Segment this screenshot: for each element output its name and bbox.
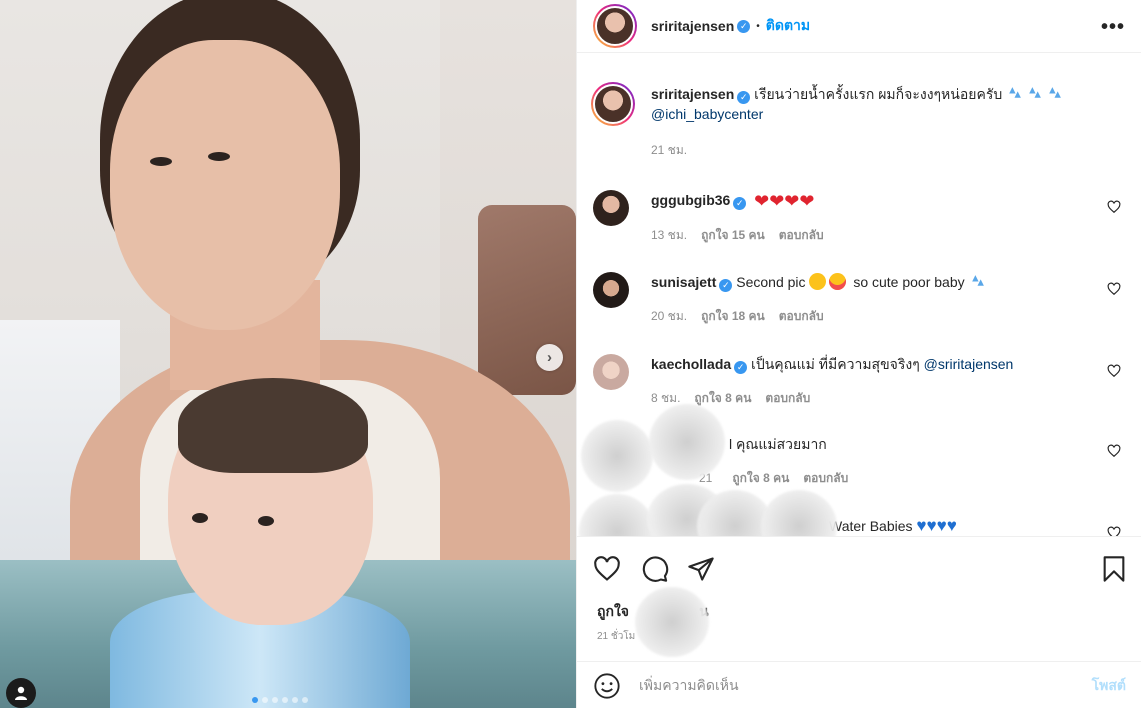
comment-item: sunisajett ✓ Second pic so cute poor baby… xyxy=(593,272,1133,326)
next-photo-button[interactable]: › xyxy=(536,344,563,371)
splash-emoji-icon xyxy=(1029,87,1041,98)
next-icon: › xyxy=(547,349,552,366)
carousel-dot xyxy=(272,697,278,703)
privacy-blur xyxy=(761,490,837,536)
splash-emoji-icon xyxy=(1009,87,1021,98)
privacy-blur xyxy=(649,404,725,480)
blue-heart-emoji-icon: ♥♥♥♥ xyxy=(916,516,957,535)
carousel-dot xyxy=(282,697,288,703)
splash-emoji-icon xyxy=(971,275,984,286)
carousel-dot xyxy=(252,697,258,703)
carousel-dot xyxy=(292,697,298,703)
privacy-blur xyxy=(581,420,653,492)
comment-icon[interactable] xyxy=(641,555,669,583)
comment-username[interactable]: gggubgib36 xyxy=(651,192,730,208)
heart-icon[interactable] xyxy=(1107,444,1121,458)
carousel-dot xyxy=(302,697,308,703)
comment-item: gggubgib36 ✓ ❤❤❤❤ 13 ชม. ถูกใจ 15 คน ตอบกลั… xyxy=(593,190,1133,245)
author-avatar[interactable] xyxy=(593,4,637,48)
carousel-dot xyxy=(262,697,268,703)
heart-icon[interactable] xyxy=(1107,282,1121,296)
emoji-icon[interactable] xyxy=(593,672,621,700)
tagged-users-button[interactable] xyxy=(6,678,36,708)
comment-item: kaechollada ✓ เป็นคุณแม่ ที่มีความสุขจริง… xyxy=(593,354,1133,408)
post-actions: ถูกใจน 21 ชั่วโม xyxy=(577,536,1141,662)
verified-icon: ✓ xyxy=(737,19,751,33)
red-heart-emoji-icon: ❤❤❤❤ xyxy=(754,191,815,211)
verified-icon: ✓ xyxy=(734,361,748,374)
avatar[interactable] xyxy=(593,272,629,308)
comment-likes[interactable]: ถูกใจ 18 คน xyxy=(701,309,765,323)
caption-mention-link[interactable]: @ichi_babycenter xyxy=(651,106,763,122)
reply-button[interactable]: ตอบกลับ xyxy=(779,228,824,242)
verified-icon: ✓ xyxy=(733,197,747,210)
post-comment-button[interactable]: โพสต์ xyxy=(1092,675,1126,697)
splash-emoji-icon xyxy=(1049,87,1061,98)
comment-likes[interactable]: ถูกใจ 8 คน xyxy=(694,391,751,405)
author-avatar[interactable] xyxy=(591,82,635,126)
caption: sriritajensen ✓ เรียนว่ายน้ำครั้งแรก ผมก็… xyxy=(591,82,1133,160)
comment-mention-link[interactable]: @sriritajensen xyxy=(924,356,1014,372)
post-side-panel: sriritajensen ✓ • ติดตาม ••• sriritajens… xyxy=(576,0,1141,708)
laugh-emoji-icon xyxy=(809,273,827,290)
heart-eyes-emoji-icon xyxy=(829,273,847,290)
comment-username[interactable]: sunisajett xyxy=(651,274,716,290)
post-header: sriritajensen ✓ • ติดตาม ••• xyxy=(577,0,1141,53)
comment-input[interactable]: เพิ่มความคิดเห็น xyxy=(639,675,1092,697)
follow-button[interactable]: ติดตาม xyxy=(766,15,810,37)
instagram-post-view: › sriritajensen ✓ • ติดตาม ••• sriritaje… xyxy=(0,0,1141,708)
heart-icon[interactable] xyxy=(593,555,621,583)
privacy-blur xyxy=(579,494,655,536)
comment-username[interactable]: kaechollada xyxy=(651,356,731,372)
user-tag-icon xyxy=(15,686,27,700)
carousel-indicator xyxy=(252,697,308,703)
comment-likes[interactable]: ถูกใจ 15 คน xyxy=(701,228,765,242)
verified-icon: ✓ xyxy=(737,91,751,104)
reply-button[interactable]: ตอบกลับ xyxy=(803,471,848,485)
caption-text: เรียนว่ายน้ำครั้งแรก ผมก็จะงงๆหน่อยครับ xyxy=(754,86,1003,102)
author-username[interactable]: sriritajensen xyxy=(651,18,734,34)
heart-icon[interactable] xyxy=(1107,364,1121,378)
avatar[interactable] xyxy=(593,190,629,226)
verified-icon: ✓ xyxy=(719,279,733,292)
post-photo[interactable]: › xyxy=(0,0,576,708)
share-icon[interactable] xyxy=(687,555,715,583)
post-timestamp[interactable]: 21 ชั่วโม xyxy=(597,629,635,644)
more-icon[interactable]: ••• xyxy=(1101,16,1125,39)
avatar[interactable] xyxy=(593,354,629,390)
heart-icon[interactable] xyxy=(1107,526,1121,536)
heart-icon[interactable] xyxy=(1107,200,1121,214)
comments-list[interactable]: sriritajensen ✓ เรียนว่ายน้ำครั้งแรก ผมก็… xyxy=(577,54,1141,536)
caption-username[interactable]: sriritajensen xyxy=(651,86,734,102)
reply-button[interactable]: ตอบกลับ xyxy=(765,391,810,405)
comment-likes[interactable]: ถูกใจ 8 คน xyxy=(732,471,789,485)
reply-button[interactable]: ตอบกลับ xyxy=(779,309,824,323)
bookmark-icon[interactable] xyxy=(1100,555,1128,583)
caption-time: 21 ชม. xyxy=(651,143,688,157)
privacy-blur xyxy=(635,587,709,657)
comment-composer: เพิ่มความคิดเห็น โพสต์ xyxy=(577,663,1141,708)
